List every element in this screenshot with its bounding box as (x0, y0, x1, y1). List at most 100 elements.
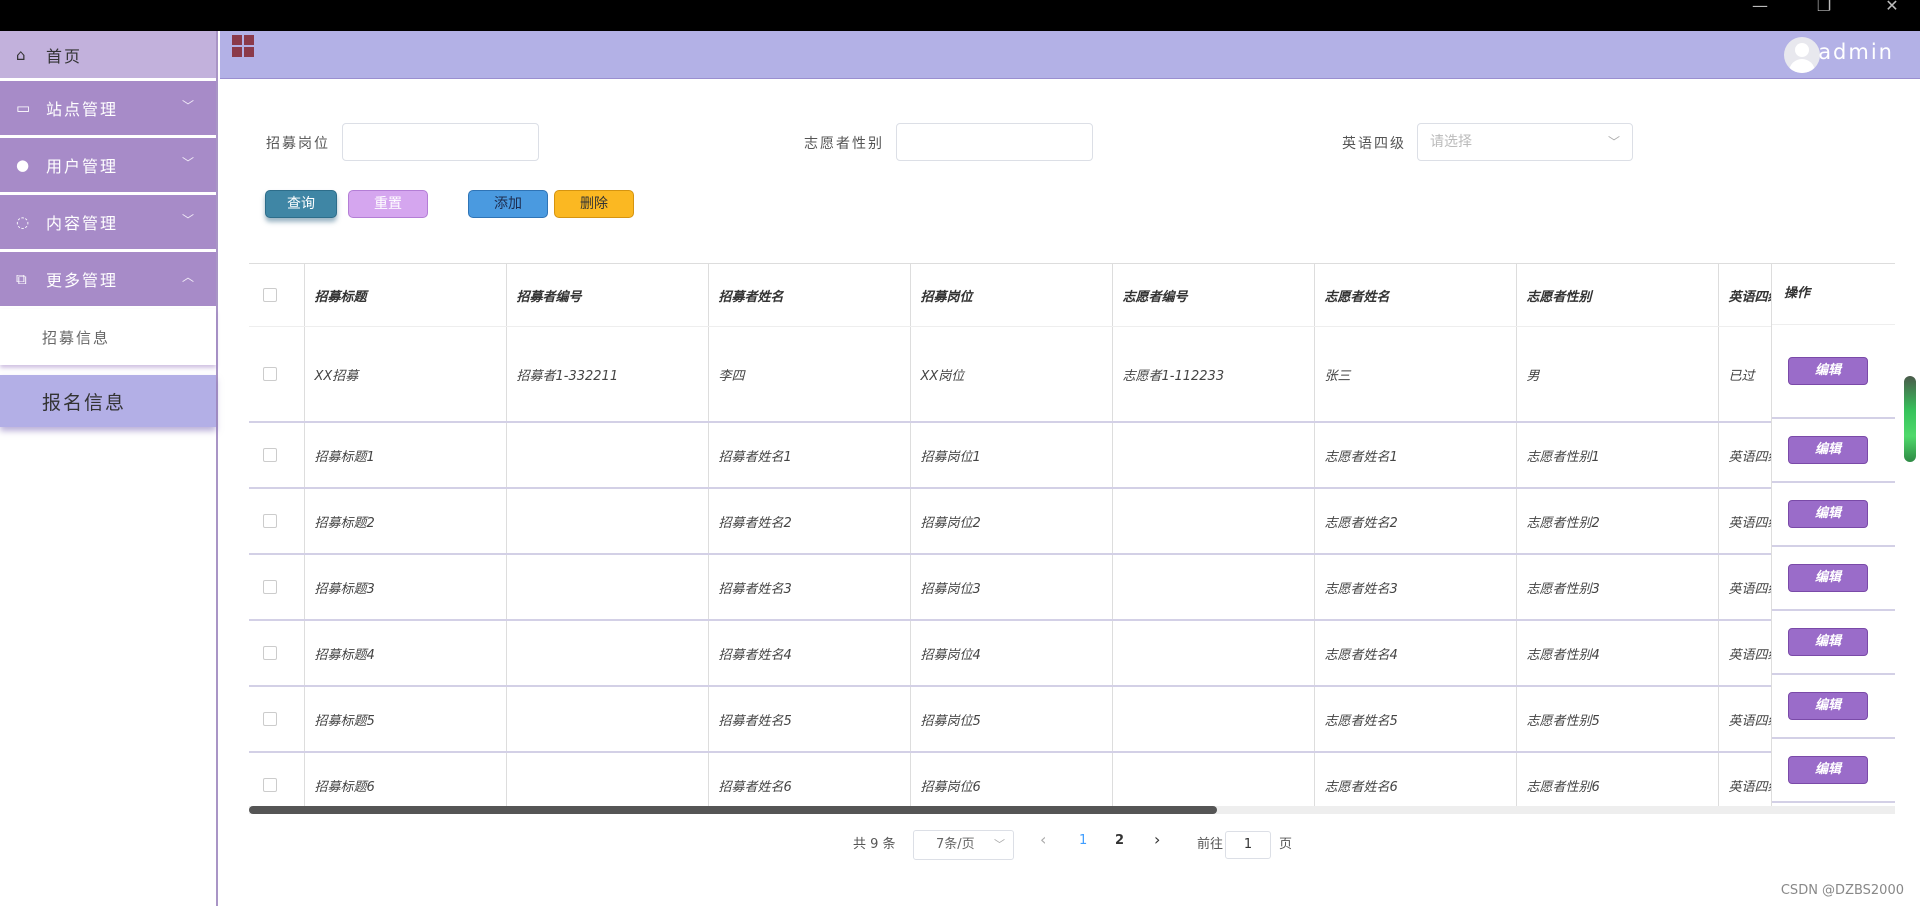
page-size-select[interactable]: 7条/页 ﹀ (913, 830, 1014, 860)
operation-cell: 编辑 (1772, 675, 1895, 739)
gender-input[interactable] (896, 123, 1093, 161)
edit-button[interactable]: 编辑 (1788, 500, 1868, 528)
table-cell: 志愿者姓名5 (1314, 686, 1517, 753)
query-button[interactable]: 查询 (265, 190, 337, 218)
table-row: 招募标题4 招募者姓名4 招募岗位4 志愿者姓名4 志愿者性别4 英语四级4 (249, 620, 1895, 687)
edit-button[interactable]: 编辑 (1788, 756, 1868, 784)
reset-button[interactable]: 重置 (348, 190, 428, 218)
data-table: 招募标题 招募者编号 招募者姓名 招募岗位 志愿者编号 志愿者姓名 志愿者性别 … (249, 263, 1895, 812)
column-header[interactable]: 招募岗位 (910, 264, 1113, 327)
column-header[interactable]: 志愿者姓名 (1314, 264, 1517, 327)
table-cell: 招募者姓名2 (708, 488, 911, 555)
table-cell: 张三 (1314, 326, 1517, 423)
row-checkbox[interactable] (263, 580, 277, 594)
sidebar-item-site[interactable]: ▭ 站点管理 ﹀ (0, 81, 216, 135)
scrollbar-thumb[interactable] (249, 806, 1217, 814)
table-cell (1112, 686, 1315, 753)
table-cell: 招募者姓名1 (708, 422, 911, 489)
operation-cell: 编辑 (1772, 419, 1895, 483)
post-input[interactable] (342, 123, 539, 161)
table-cell: 招募岗位2 (910, 488, 1113, 555)
goto-page-input[interactable]: 1 (1225, 831, 1271, 859)
select-all-checkbox[interactable] (263, 288, 277, 302)
chevron-down-icon: ﹀ (181, 213, 196, 227)
user-icon: ● (16, 156, 32, 174)
row-checkbox[interactable] (263, 778, 277, 792)
restore-icon[interactable]: ❐ (1804, 0, 1844, 31)
sidebar-item-label: 内容管理 (46, 214, 119, 233)
row-checkbox[interactable] (263, 367, 277, 381)
sidebar-subitem-recruit[interactable]: 招募信息 (0, 309, 216, 365)
vertical-scrollbar[interactable] (1904, 376, 1916, 462)
row-select-cell (249, 422, 305, 489)
table-cell: 志愿者性别1 (1516, 422, 1719, 489)
chevron-down-icon: ﹀ (1607, 135, 1620, 149)
column-header[interactable]: 招募标题 (304, 264, 507, 327)
row-checkbox[interactable] (263, 712, 277, 726)
cet4-label: 英语四级 (1342, 136, 1406, 152)
edit-button[interactable]: 编辑 (1788, 628, 1868, 656)
row-checkbox[interactable] (263, 448, 277, 462)
table-cell: 招募者姓名6 (708, 752, 911, 812)
home-icon: ⌂ (16, 45, 28, 64)
table-cell: 李四 (708, 326, 911, 423)
table-cell (506, 422, 709, 489)
table-cell: 招募岗位4 (910, 620, 1113, 687)
table-cell (1112, 620, 1315, 687)
table-cell (506, 488, 709, 555)
table-cell (506, 620, 709, 687)
page-2[interactable]: 2 (1115, 833, 1124, 848)
add-button[interactable]: 添加 (468, 190, 548, 218)
watermark: CSDN @DZBS2000 (1780, 883, 1904, 898)
table-cell: 招募岗位3 (910, 554, 1113, 621)
page-suffix: 页 (1279, 837, 1293, 852)
grid-icon[interactable] (232, 35, 254, 57)
username[interactable]: admin (1818, 40, 1894, 64)
row-select-cell (249, 554, 305, 621)
table-cell: 志愿者性别4 (1516, 620, 1719, 687)
table-cell (1112, 752, 1315, 812)
goto-label: 前往 (1197, 837, 1224, 852)
table-cell: XX招募 (304, 326, 507, 423)
sidebar-item-content[interactable]: ◌ 内容管理 ﹀ (0, 195, 216, 249)
top-header: admin (220, 31, 1920, 79)
cet4-select[interactable]: 请选择 ﹀ (1417, 123, 1633, 161)
horizontal-scrollbar[interactable] (249, 806, 1895, 814)
row-checkbox[interactable] (263, 514, 277, 528)
next-page-icon[interactable]: › (1154, 830, 1160, 849)
row-checkbox[interactable] (263, 646, 277, 660)
column-header[interactable]: 志愿者编号 (1112, 264, 1315, 327)
sidebar-item-more[interactable]: ⧉ 更多管理 ︿ (0, 252, 216, 306)
column-header[interactable]: 招募者姓名 (708, 264, 911, 327)
edit-button[interactable]: 编辑 (1788, 436, 1868, 464)
table-cell (1112, 422, 1315, 489)
row-select-cell (249, 326, 305, 423)
table-cell: 招募者姓名3 (708, 554, 911, 621)
table-cell: XX岗位 (910, 326, 1113, 423)
table-cell: 志愿者1-112233 (1112, 326, 1315, 423)
table-cell: 志愿者性别5 (1516, 686, 1719, 753)
table-cell: 招募标题4 (304, 620, 507, 687)
delete-button[interactable]: 删除 (554, 190, 634, 218)
minimize-icon[interactable]: — (1740, 0, 1780, 31)
sidebar-subitem-signup[interactable]: 报名信息 (0, 375, 216, 427)
operation-cell: 编辑 (1772, 611, 1895, 675)
window-titlebar: — ❐ ✕ (0, 0, 1920, 31)
table-cell: 招募标题5 (304, 686, 507, 753)
edit-button[interactable]: 编辑 (1788, 564, 1868, 592)
sidebar-item-home[interactable]: ⌂ 首页 (0, 31, 216, 78)
page-1[interactable]: 1 (1079, 833, 1087, 848)
column-header[interactable]: 志愿者性别 (1516, 264, 1719, 327)
avatar[interactable] (1784, 37, 1820, 73)
table-cell (1112, 488, 1315, 555)
sidebar-item-users[interactable]: ● 用户管理 ﹀ (0, 138, 216, 192)
table-cell: 招募标题3 (304, 554, 507, 621)
chevron-down-icon: ﹀ (994, 838, 1005, 851)
edit-button[interactable]: 编辑 (1788, 357, 1868, 385)
close-icon[interactable]: ✕ (1872, 0, 1912, 31)
column-header[interactable]: 招募者编号 (506, 264, 709, 327)
operation-cell: 编辑 (1772, 325, 1895, 419)
edit-button[interactable]: 编辑 (1788, 692, 1868, 720)
operation-cell: 编辑 (1772, 547, 1895, 611)
prev-page-icon[interactable]: ‹ (1040, 830, 1046, 849)
